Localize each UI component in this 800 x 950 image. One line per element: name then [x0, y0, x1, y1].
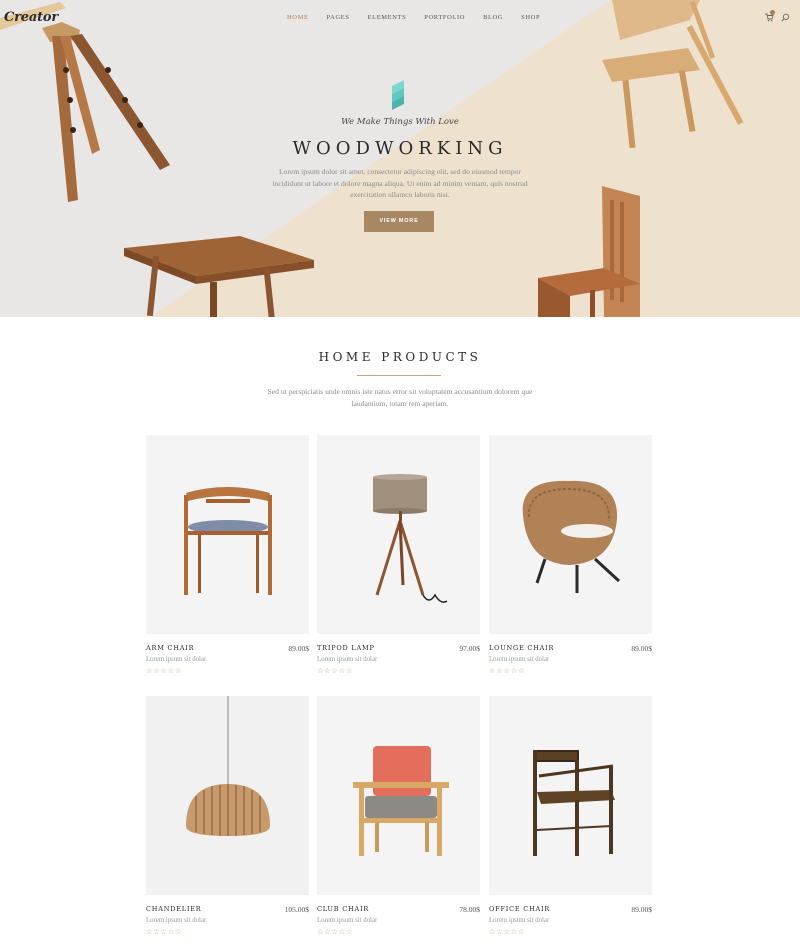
- nav-item-portfolio[interactable]: PORTFOLIO: [424, 14, 465, 21]
- hero-description: Lorem ipsum dolor sit amet, consectetur …: [272, 167, 528, 199]
- product-name[interactable]: TRIPOD LAMP: [317, 644, 375, 652]
- section-title: HOME PRODUCTS: [318, 350, 482, 364]
- product-description: Lorem ipsum sit dolar: [146, 917, 207, 924]
- product-rating: ☆☆☆☆☆: [317, 928, 354, 936]
- product-price: 97.00$: [459, 644, 480, 653]
- nav-item-shop[interactable]: SHOP: [521, 14, 540, 21]
- cart-count-badge: [770, 10, 775, 15]
- office-chair-image: [533, 750, 615, 856]
- product-description: Lorem ipsum sit dolar: [489, 917, 550, 924]
- hero-tagline: We Make Things With Love: [341, 117, 459, 127]
- product-description: Lorem ipsum sit dolar: [489, 656, 550, 663]
- nav-item-elements[interactable]: ELEMENTS: [368, 14, 407, 21]
- product-card: LOUNGE CHAIR 89.00$ Lorem ipsum sit dola…: [489, 435, 652, 675]
- product-rating: ☆☆☆☆☆: [146, 667, 183, 675]
- nav-item-blog[interactable]: BLOG: [483, 14, 503, 21]
- product-price: 89.00$: [288, 644, 309, 653]
- lounge-chair-image: [522, 480, 621, 593]
- nav-item-home[interactable]: HOME: [287, 14, 309, 21]
- product-rating: ☆☆☆☆☆: [489, 928, 526, 936]
- product-card: OFFICE CHAIR 89.00$ Lorem ipsum sit dola…: [489, 696, 652, 936]
- main-nav: HOME PAGES ELEMENTS PORTFOLIO BLOG SHOP: [287, 14, 558, 21]
- nav-item-pages[interactable]: PAGES: [327, 14, 350, 21]
- product-price: 89.00$: [631, 644, 652, 653]
- section-divider: [357, 375, 441, 376]
- product-price: 89.00$: [631, 905, 652, 914]
- club-chair-image: [353, 746, 449, 856]
- hero-section: Creator HOME PAGES ELEMENTS PORTFOLIO BL…: [0, 0, 800, 317]
- product-description: Lorem ipsum sit dolar: [146, 656, 207, 663]
- product-card: CHANDELIER 105.00$ Lorem ipsum sit dolar…: [146, 696, 309, 936]
- product-name[interactable]: OFFICE CHAIR: [489, 905, 550, 913]
- product-card: ARM CHAIR 89.00$ Lorem ipsum sit dolar ☆…: [146, 435, 309, 675]
- product-name[interactable]: CHANDELIER: [146, 905, 202, 913]
- product-description: Lorem ipsum sit dolar: [317, 917, 378, 924]
- product-price: 105.00$: [284, 905, 309, 914]
- product-image[interactable]: [489, 435, 652, 634]
- view-more-button[interactable]: VIEW MORE: [364, 211, 434, 232]
- product-rating: ☆☆☆☆☆: [317, 667, 354, 675]
- product-name[interactable]: ARM CHAIR: [146, 644, 194, 652]
- brand-mark-icon: [392, 80, 404, 110]
- product-image[interactable]: [146, 696, 309, 895]
- arm-chair-image: [184, 487, 272, 595]
- section-description: Sed ut perspiciatis unde omnis iste natu…: [267, 387, 533, 408]
- hero-title: WOODWORKING: [292, 138, 508, 159]
- product-rating: ☆☆☆☆☆: [489, 667, 526, 675]
- product-rating: ☆☆☆☆☆: [146, 928, 183, 936]
- search-icon[interactable]: [781, 13, 790, 22]
- product-description: Lorem ipsum sit dolar: [317, 656, 378, 663]
- chandelier-image: [186, 696, 270, 836]
- product-image[interactable]: [317, 435, 480, 634]
- product-name[interactable]: CLUB CHAIR: [317, 905, 369, 913]
- tripod-lamp-image: [373, 474, 448, 603]
- product-card: TRIPOD LAMP 97.00$ Lorem ipsum sit dolar…: [317, 435, 480, 675]
- product-image[interactable]: [146, 435, 309, 634]
- product-image[interactable]: [489, 696, 652, 895]
- brand-logo[interactable]: Creator: [4, 10, 58, 25]
- product-name[interactable]: LOUNGE CHAIR: [489, 644, 554, 652]
- product-price: 78.00$: [459, 905, 480, 914]
- product-image[interactable]: [317, 696, 480, 895]
- product-card: CLUB CHAIR 78.00$ Lorem ipsum sit dolar …: [317, 696, 480, 936]
